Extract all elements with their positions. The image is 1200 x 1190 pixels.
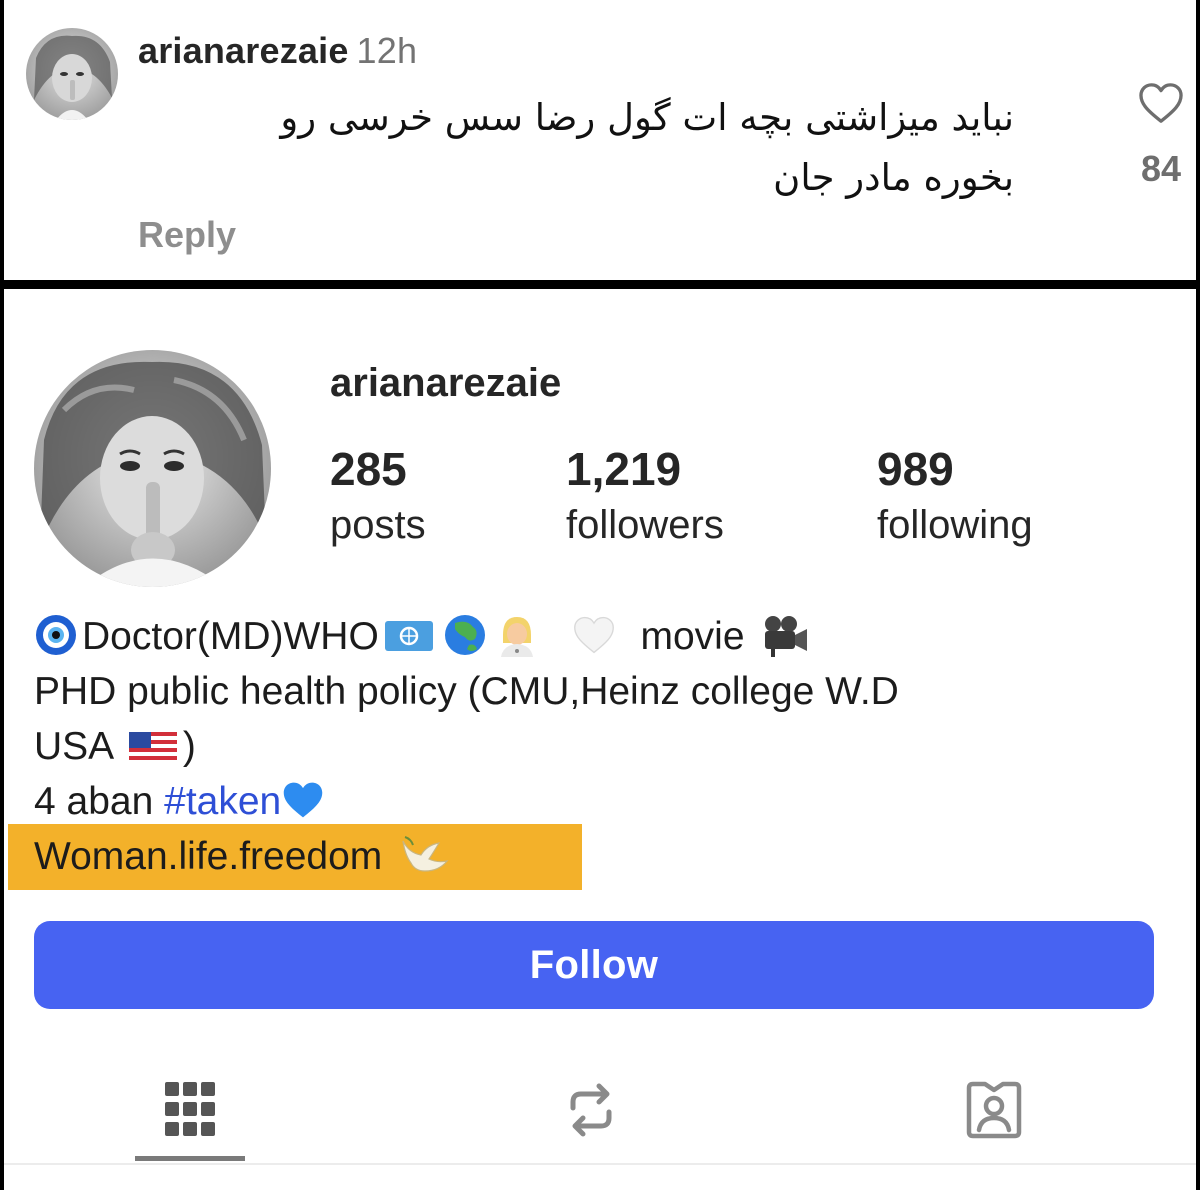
hashtag-link[interactable]: #taken [164, 780, 281, 823]
movie-camera-icon [765, 616, 808, 657]
bio-slogan: Woman.life.freedom [34, 835, 383, 878]
us-flag-icon [128, 732, 177, 760]
heart-outline-icon[interactable] [1138, 82, 1184, 124]
active-tab-indicator [135, 1156, 245, 1161]
stat-label: following [877, 503, 1033, 547]
comment-username[interactable]: arianarezaie [138, 30, 349, 71]
bio-line-5: Woman.life.freedom [34, 832, 455, 882]
stat-value: 989 [877, 443, 954, 495]
stat-label: posts [330, 503, 426, 547]
stat-value: 285 [330, 443, 407, 495]
un-flag-icon [384, 621, 433, 651]
stat-following[interactable]: 989 following [877, 441, 1033, 553]
bio-movie-text: movie [640, 615, 745, 658]
bio-date-text: 4 aban [34, 780, 154, 823]
grid-icon [165, 1082, 215, 1136]
stat-followers[interactable]: 1,219 followers [566, 441, 724, 553]
comment-text-line: نباید میزاشتی بچه ات گول رضا سس خرسی رو [280, 96, 1014, 139]
tab-tagged[interactable] [959, 1075, 1029, 1145]
globe-asia-icon [444, 615, 485, 655]
bio-line-3: USA ) [34, 719, 1174, 774]
bio-line-1: Doctor(MD)WHO movie [34, 609, 1174, 664]
comment-panel: arianarezaie 12h نباید میزاشتی بچه ات گول… [4, 0, 1196, 280]
bio-line-2: PHD public health policy (CMU,Heinz coll… [34, 670, 899, 713]
reels-repost-icon [570, 1083, 612, 1137]
comment-header: arianarezaie 12h [138, 30, 417, 72]
dove-icon [402, 836, 449, 872]
stat-value: 1,219 [566, 443, 682, 495]
profile-avatar[interactable] [34, 350, 271, 587]
comment-avatar[interactable] [26, 28, 118, 120]
comment-text: نباید میزاشتی بچه ات گول رضا سس خرسی رو … [134, 88, 1014, 208]
blue-heart-icon [284, 782, 323, 818]
stat-posts[interactable]: 285 posts [330, 441, 426, 553]
like-count: 84 [1140, 148, 1182, 189]
follow-button[interactable]: Follow [34, 921, 1154, 1009]
tagged-icon [966, 1081, 1022, 1139]
profile-bio: Doctor(MD)WHO movie PHD public health po… [34, 609, 1174, 829]
comment-text-line: بخوره مادر جان [773, 156, 1014, 199]
tab-reposts[interactable] [556, 1075, 626, 1145]
bio-title: Doctor(MD)WHO [82, 615, 379, 658]
profile-panel: arianarezaie 285 posts 1,219 followers 9… [4, 289, 1196, 1190]
tab-divider [4, 1163, 1196, 1165]
comment-timestamp: 12h [356, 30, 418, 71]
comment-like: 84 [1128, 82, 1194, 190]
woman-doctor-icon [500, 617, 533, 657]
white-heart-icon [573, 616, 614, 654]
bio-usa-text: USA [34, 725, 113, 768]
reply-button[interactable]: Reply [138, 214, 236, 256]
profile-username: arianarezaie [330, 361, 562, 405]
stat-label: followers [566, 503, 724, 547]
tab-grid[interactable] [155, 1075, 225, 1145]
evil-eye-icon [36, 615, 76, 655]
bio-paren: ) [182, 725, 196, 768]
bio-line-4: 4 aban #taken [34, 774, 1174, 829]
